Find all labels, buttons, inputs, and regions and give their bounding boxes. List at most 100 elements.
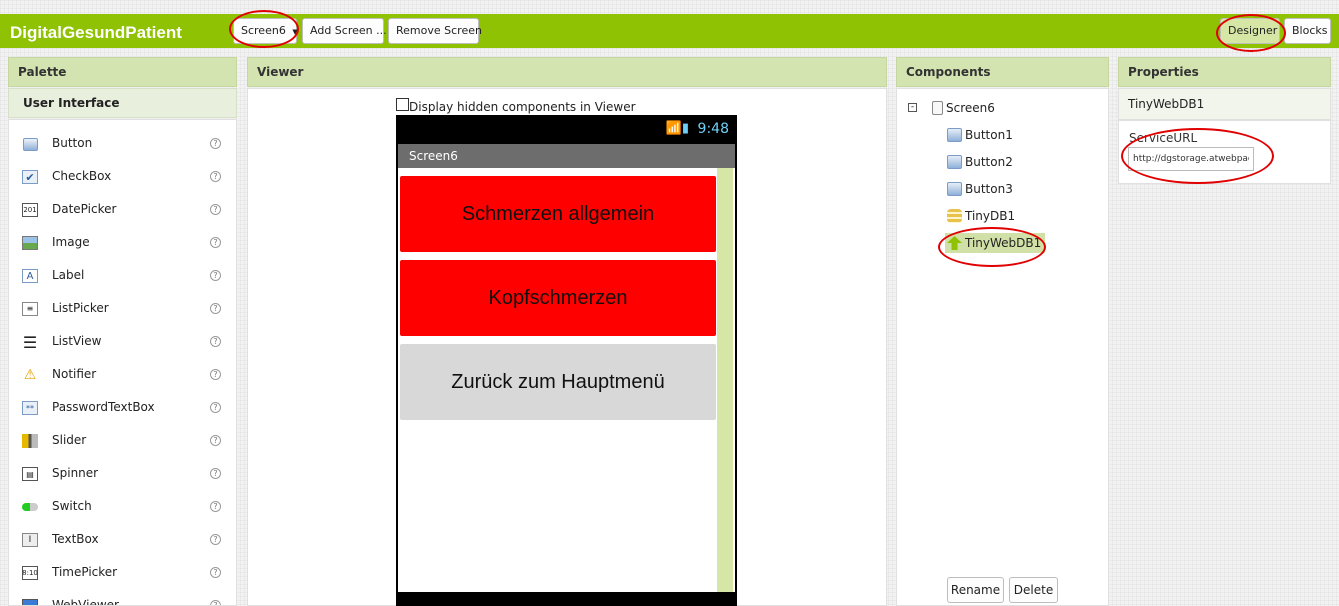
palette-item-switch[interactable]: Switch ? — [9, 487, 236, 520]
button-icon — [947, 128, 962, 142]
help-icon[interactable]: ? — [210, 138, 221, 149]
viewer-header: Viewer — [247, 57, 887, 87]
help-icon[interactable]: ? — [210, 204, 221, 215]
dropdown-arrow-icon: ▼ — [292, 28, 298, 36]
palette-item-label: ListPicker — [52, 301, 109, 315]
rename-button[interactable]: Rename — [947, 577, 1004, 603]
palette-item-notifier[interactable]: ⚠ Notifier ? — [9, 355, 236, 388]
blocks-button[interactable]: Blocks — [1284, 18, 1331, 44]
phone-preview: 📶▮ 9:48 Screen6 Schmerzen allgemein Kopf… — [396, 115, 737, 606]
palette-section-user-interface[interactable]: User Interface — [8, 88, 237, 118]
listpicker-icon: ≡ — [22, 302, 38, 316]
palette-item-label: Notifier — [52, 367, 97, 381]
notifier-icon: ⚠ — [23, 367, 37, 383]
help-icon[interactable]: ? — [210, 600, 221, 605]
palette-item-image[interactable]: Image ? — [9, 223, 236, 256]
remove-screen-button[interactable]: Remove Screen — [388, 18, 482, 44]
palette-item-label: CheckBox — [52, 169, 112, 183]
slider-icon — [22, 434, 38, 448]
display-hidden-label: Display hidden components in Viewer — [409, 100, 636, 114]
label-icon: A — [22, 269, 38, 283]
palette-item-label: Image — [52, 235, 90, 249]
help-icon[interactable]: ? — [210, 402, 221, 413]
palette-item-slider[interactable]: Slider ? — [9, 421, 236, 454]
tree-item-label: Screen6 — [946, 101, 995, 115]
palette-item-listview[interactable]: ☰ ListView ? — [9, 322, 236, 355]
tree-item-button3[interactable]: Button3 — [947, 179, 1013, 199]
properties-component-name: TinyWebDB1 — [1118, 88, 1331, 120]
tree-item-button1[interactable]: Button1 — [947, 125, 1013, 145]
button-icon — [947, 182, 962, 196]
datepicker-icon: 201 — [22, 203, 38, 217]
palette-item-webviewer[interactable]: WebViewer ? — [9, 586, 236, 606]
checkbox-icon: ✔ — [22, 170, 38, 184]
tree-item-button2[interactable]: Button2 — [947, 152, 1013, 172]
help-icon[interactable]: ? — [210, 435, 221, 446]
button-icon — [22, 137, 38, 151]
palette-item-label: WebViewer — [52, 598, 119, 606]
screen-icon — [932, 101, 943, 115]
palette-item-passwordtextbox[interactable]: ** PasswordTextBox ? — [9, 388, 236, 421]
palette-item-label: Label — [52, 268, 85, 282]
help-icon[interactable]: ? — [210, 303, 221, 314]
top-toolbar: DigitalGesundPatient Screen6 ▼ Add Scree… — [0, 14, 1339, 48]
service-url-input[interactable] — [1128, 147, 1254, 171]
webviewer-icon — [22, 599, 38, 605]
listview-icon: ☰ — [22, 332, 38, 352]
image-icon — [22, 236, 38, 250]
palette-item-label: Switch — [52, 499, 92, 513]
help-icon[interactable]: ? — [210, 369, 221, 380]
help-icon[interactable]: ? — [210, 468, 221, 479]
screen-scrollbar — [717, 168, 733, 592]
components-header: Components — [896, 57, 1109, 87]
web-database-icon — [947, 236, 962, 250]
collapse-icon[interactable]: - — [908, 97, 917, 117]
palette-item-listpicker[interactable]: ≡ ListPicker ? — [9, 289, 236, 322]
tree-item-label: TinyWebDB1 — [965, 236, 1042, 250]
palette-item-label: Spinner — [52, 466, 99, 480]
palette-item-button[interactable]: Button ? — [9, 124, 236, 157]
screen-select-dropdown[interactable]: Screen6 ▼ — [233, 18, 298, 44]
palette-item-label: Button — [52, 136, 93, 150]
textbox-icon: I — [22, 533, 38, 547]
tree-item-tinydb1[interactable]: TinyDB1 — [947, 206, 1015, 226]
palette-item-checkbox[interactable]: ✔ CheckBox ? — [9, 157, 236, 190]
database-icon — [947, 209, 962, 223]
tree-item-label: Button2 — [965, 155, 1013, 169]
palette-item-label: TextBox — [52, 532, 99, 546]
help-icon[interactable]: ? — [210, 171, 221, 182]
app-button-zurueck[interactable]: Zurück zum Hauptmenü — [400, 344, 716, 420]
help-icon[interactable]: ? — [210, 534, 221, 545]
add-screen-button[interactable]: Add Screen ... — [302, 18, 387, 44]
palette-item-spinner[interactable]: ▤ Spinner ? — [9, 454, 236, 487]
tree-item-label: Button1 — [965, 128, 1013, 142]
button-icon — [947, 155, 962, 169]
help-icon[interactable]: ? — [210, 270, 221, 281]
palette-item-datepicker[interactable]: 201 DatePicker ? — [9, 190, 236, 223]
password-icon: ** — [22, 401, 38, 415]
help-icon[interactable]: ? — [210, 336, 221, 347]
help-icon[interactable]: ? — [210, 237, 221, 248]
palette-item-timepicker[interactable]: 8:10 TimePicker ? — [9, 553, 236, 586]
app-button-kopfschmerzen[interactable]: Kopfschmerzen — [400, 260, 716, 336]
app-title: DigitalGesundPatient — [10, 23, 182, 42]
app-button-schmerzen-allgemein[interactable]: Schmerzen allgemein — [400, 176, 716, 252]
display-hidden-checkbox[interactable] — [396, 98, 409, 111]
palette-item-label[interactable]: A Label ? — [9, 256, 236, 289]
screen-titlebar: Screen6 — [398, 144, 735, 168]
designer-button[interactable]: Designer — [1220, 18, 1280, 44]
palette-item-label: PasswordTextBox — [52, 400, 155, 414]
signal-battery-icon: 📶▮ — [665, 121, 689, 136]
phone-navbar — [396, 592, 737, 606]
delete-button[interactable]: Delete — [1009, 577, 1058, 603]
palette-list: Button ? ✔ CheckBox ? 201 DatePicker ? I… — [8, 119, 237, 606]
palette-item-label: TimePicker — [52, 565, 118, 579]
palette-item-textbox[interactable]: I TextBox ? — [9, 520, 236, 553]
help-icon[interactable]: ? — [210, 567, 221, 578]
palette-item-label: DatePicker — [52, 202, 117, 216]
spinner-icon: ▤ — [22, 467, 38, 481]
screen-canvas[interactable]: Schmerzen allgemein Kopfschmerzen Zurück… — [398, 168, 735, 592]
help-icon[interactable]: ? — [210, 501, 221, 512]
tree-item-tinywebdb1[interactable]: TinyWebDB1 — [945, 233, 1046, 253]
tree-item-screen6[interactable]: Screen6 — [932, 98, 995, 118]
